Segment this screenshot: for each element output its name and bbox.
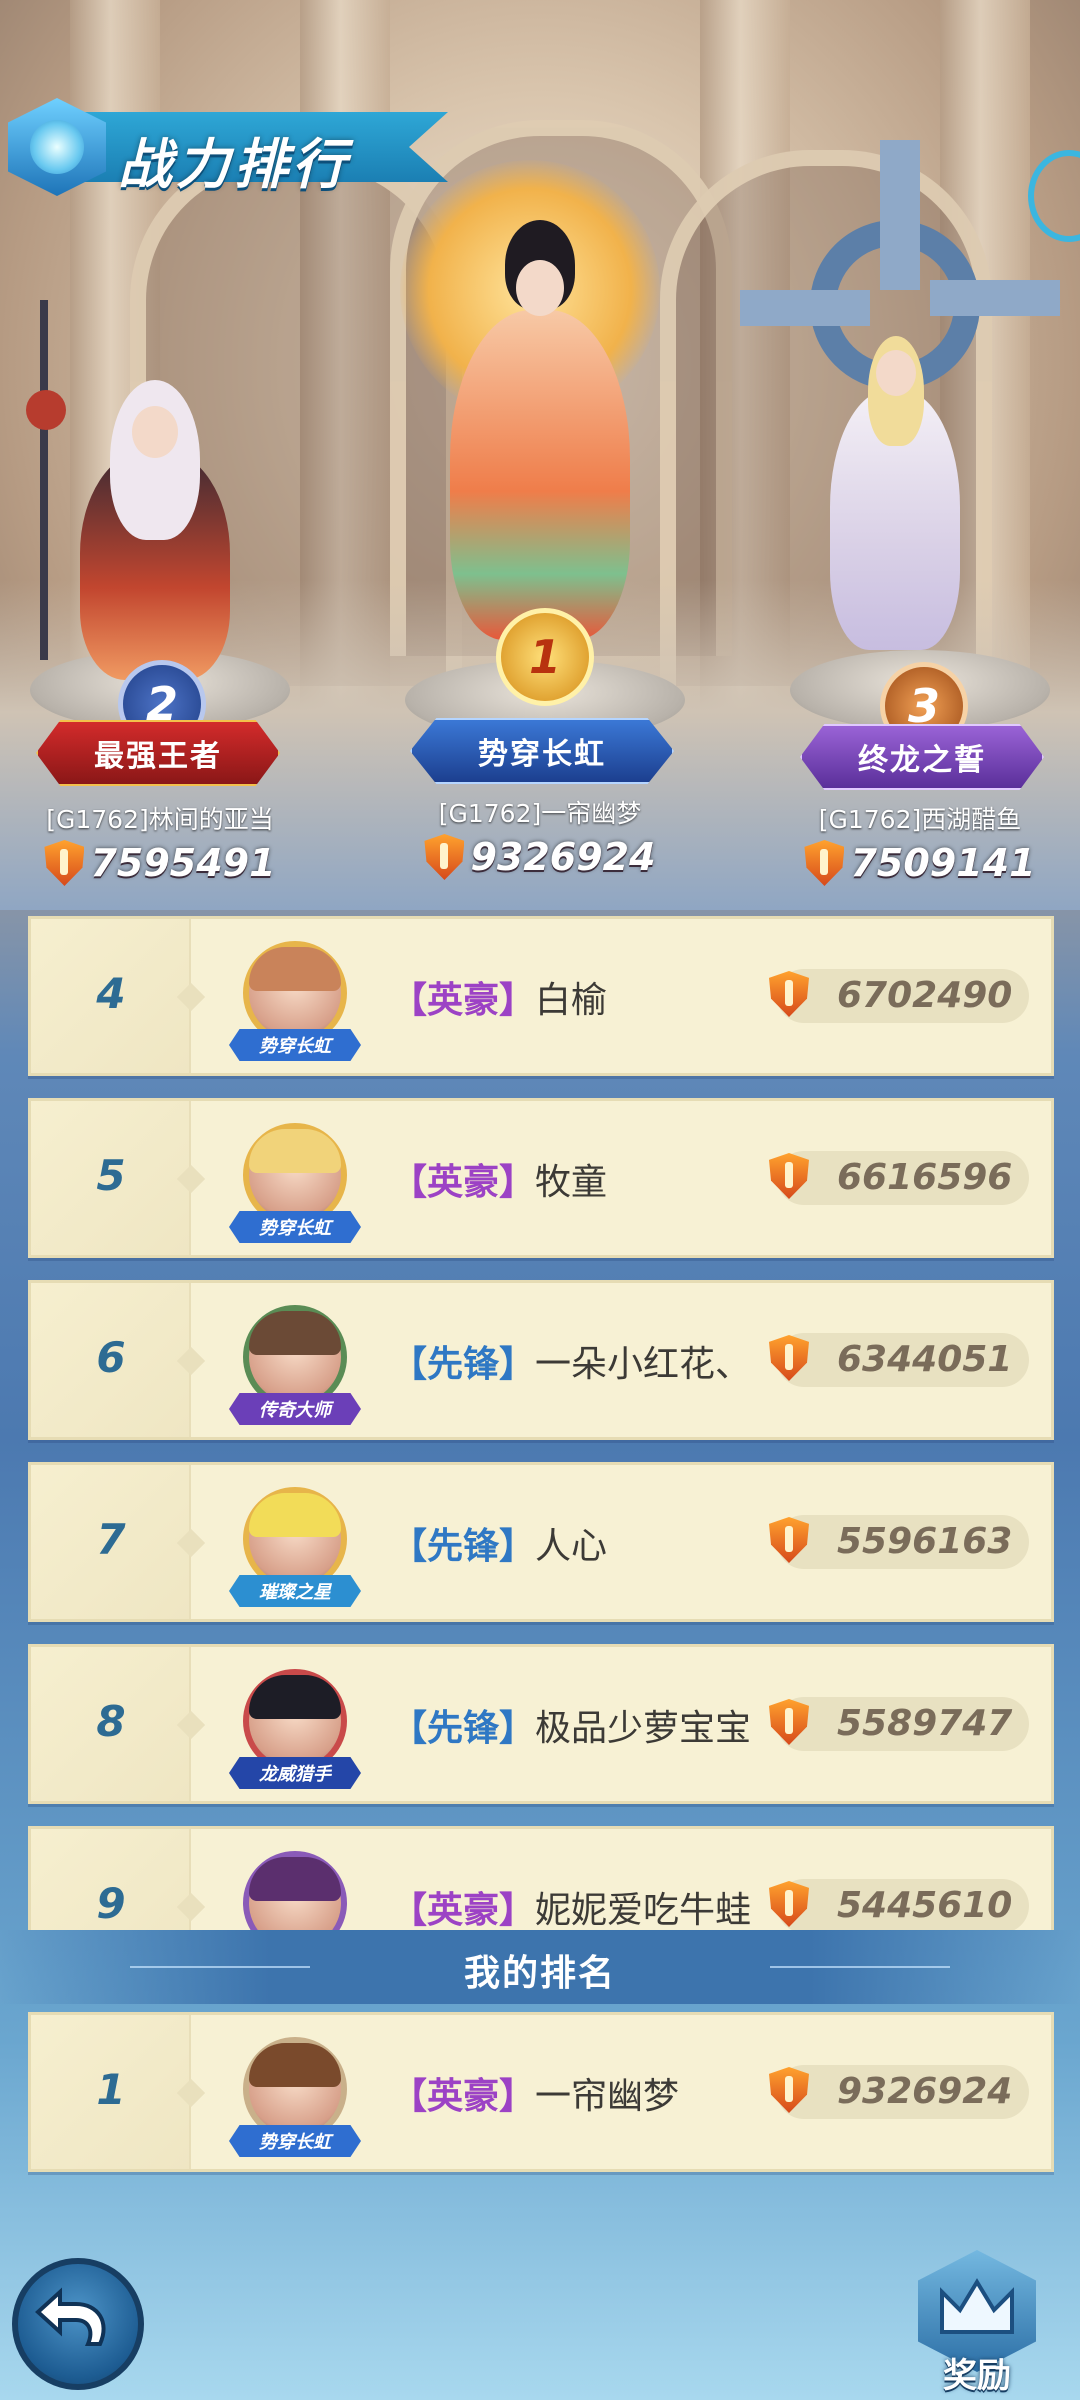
shield-power-icon — [769, 1153, 809, 1199]
page-title: 战力排行 — [118, 133, 350, 196]
ranking-row[interactable]: 4 势穿长虹 【英豪】白榆 6702490 — [28, 916, 1054, 1076]
row-rank: 1 — [96, 2065, 126, 2114]
shield-power-icon — [769, 2067, 809, 2113]
my-rank-header: 我的排名 — [0, 1930, 1080, 2004]
player-name: 【英豪】妮妮爱吃牛蛙 — [391, 1890, 752, 1930]
player-name: 【先锋】一朵小红花、 — [391, 1344, 752, 1385]
rank-medal-1: 1 — [496, 608, 594, 706]
shield-power-icon — [769, 1517, 809, 1563]
podium-title-rank3: 终龙之誓 — [800, 724, 1044, 790]
avatar[interactable]: 龙威猎手 — [229, 1665, 361, 1797]
shield-power-icon — [769, 1699, 809, 1745]
power-value: 6344051 — [769, 1333, 1029, 1387]
avatar[interactable]: 势穿长虹 — [229, 1119, 361, 1251]
player-name: 【英豪】一帘幽梦 — [391, 2076, 680, 2117]
ranking-row[interactable]: 5 势穿长虹 【英豪】牧童 6616596 — [28, 1098, 1054, 1258]
avatar[interactable]: 势穿长虹 — [229, 937, 361, 1069]
ranking-row[interactable]: 9 【英豪】妮妮爱吃牛蛙 5445610 — [28, 1826, 1054, 1930]
avatar-badge: 传奇大师 — [229, 1393, 361, 1425]
power-value: 6702490 — [769, 969, 1029, 1023]
row-rank: 7 — [96, 1515, 126, 1564]
reward-button[interactable]: 奖励 — [912, 2246, 1042, 2396]
avatar[interactable]: 传奇大师 — [229, 1301, 361, 1433]
row-rank: 9 — [96, 1879, 126, 1928]
podium-power-rank3: 7509141 — [750, 840, 1080, 886]
power-value: 5445610 — [769, 1879, 1029, 1930]
power-value: 9326924 — [769, 2065, 1029, 2119]
podium-name-rank1: [G1762]一帘幽梦 — [438, 799, 642, 828]
shield-power-icon — [769, 971, 809, 1017]
avatar-badge: 势穿长虹 — [229, 1029, 361, 1061]
crown-reward-icon — [940, 2278, 1014, 2334]
back-button[interactable] — [12, 2258, 144, 2390]
shield-power-icon — [769, 1881, 809, 1927]
reward-label: 奖励 — [943, 2356, 1011, 2396]
power-value: 5596163 — [769, 1515, 1029, 1569]
player-name: 【先锋】极品少萝宝宝 — [391, 1708, 752, 1749]
podium-power-value: 7595491 — [90, 841, 276, 885]
ranking-list[interactable]: 4 势穿长虹 【英豪】白榆 6702490 5 势穿长虹 【英豪】牧童 6616… — [0, 900, 1080, 1930]
podium-power-value: 7509141 — [850, 841, 1036, 885]
avatar-badge: 璀璨之星 — [229, 1575, 361, 1607]
shield-power-icon — [44, 840, 85, 886]
row-rank: 6 — [96, 1333, 126, 1382]
hero-figure-rank3[interactable] — [730, 140, 1060, 660]
player-name: 【英豪】牧童 — [391, 1162, 608, 1203]
row-rank: 4 — [96, 969, 126, 1018]
avatar[interactable]: 璀璨之星 — [229, 1483, 361, 1615]
ranking-row[interactable]: 7 璀璨之星 【先锋】人心 5596163 — [28, 1462, 1054, 1622]
podium-name-rank2: [G1762]林间的亚当 — [46, 805, 274, 834]
avatar-badge: 龙威猎手 — [229, 1757, 361, 1789]
my-rank-row[interactable]: 1 势穿长虹 【英豪】一帘幽梦 9326924 — [28, 2012, 1054, 2172]
podium-power-rank2: 7595491 — [0, 840, 330, 886]
ranking-row[interactable]: 8 龙威猎手 【先锋】极品少萝宝宝 5589747 — [28, 1644, 1054, 1804]
podium-title-rank1: 势穿长虹 — [410, 718, 674, 784]
player-name: 【先锋】人心 — [391, 1526, 608, 1567]
avatar-badge: 势穿长虹 — [229, 1211, 361, 1243]
row-rank: 5 — [96, 1151, 126, 1200]
podium-name-rank3: [G1762]西湖醋鱼 — [818, 805, 1022, 834]
ranking-row[interactable]: 6 传奇大师 【先锋】一朵小红花、 6344051 — [28, 1280, 1054, 1440]
podium-title-rank2: 最强王者 — [36, 720, 280, 786]
player-name: 【英豪】白榆 — [391, 980, 608, 1021]
hero-figure-rank1[interactable] — [380, 160, 700, 660]
power-value: 6616596 — [769, 1151, 1029, 1205]
podium-power-rank1: 9326924 — [370, 834, 710, 880]
shield-power-icon — [769, 1335, 809, 1381]
hero-figure-rank2[interactable] — [26, 300, 260, 680]
shield-power-icon — [424, 834, 465, 880]
back-arrow-icon — [35, 2287, 106, 2346]
avatar[interactable] — [229, 1847, 361, 1930]
page-title-banner: 战力排行 — [8, 98, 448, 196]
power-value: 5589747 — [769, 1697, 1029, 1751]
row-rank: 8 — [96, 1697, 126, 1746]
my-rank-title: 我的排名 — [463, 1953, 616, 1994]
avatar[interactable]: 势穿长虹 — [229, 2033, 361, 2165]
avatar-badge: 势穿长虹 — [229, 2125, 361, 2157]
shield-power-icon — [804, 840, 845, 886]
podium-power-value: 9326924 — [470, 835, 656, 879]
